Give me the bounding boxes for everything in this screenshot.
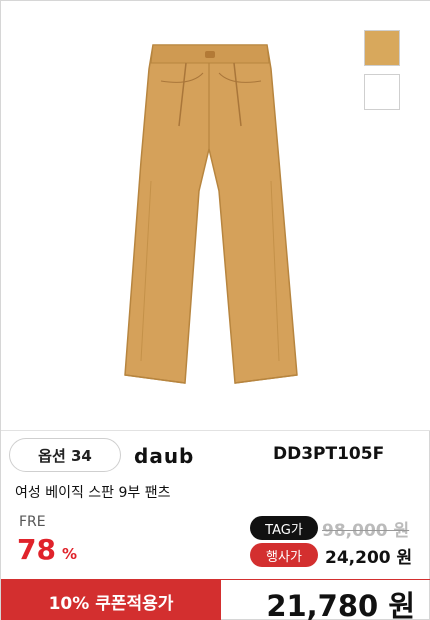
discount-value: 78	[17, 533, 56, 566]
option-button[interactable]: 옵션 34	[9, 438, 121, 472]
discount-unit: %	[61, 545, 77, 563]
coupon-label: 10% 쿠폰적용가	[1, 580, 221, 620]
pants-image	[124, 44, 298, 384]
product-name[interactable]: 여성 베이직 스판 9부 팬츠	[15, 482, 171, 502]
tag-price-badge: TAG가	[250, 516, 318, 540]
discount-rate: 78 %	[17, 533, 77, 566]
color-swatch-camel[interactable]	[364, 30, 400, 66]
coupon-bar[interactable]: 10% 쿠폰적용가 21,780 원	[1, 579, 430, 620]
product-card[interactable]: 옵션 34 daub DD3PT105F 여성 베이직 스판 9부 팬츠 FRE…	[0, 0, 430, 620]
product-image[interactable]	[1, 1, 430, 431]
color-swatch-white[interactable]	[364, 74, 400, 110]
event-price-badge: 행사가	[250, 543, 318, 567]
final-price: 21,780 원	[266, 589, 415, 620]
product-code: DD3PT105F	[273, 444, 385, 464]
event-price: 24,200 원	[325, 548, 413, 568]
brand-logo: daub	[134, 444, 195, 468]
size-label: FRE	[19, 514, 46, 530]
tag-price: 98,000 원	[322, 521, 410, 541]
